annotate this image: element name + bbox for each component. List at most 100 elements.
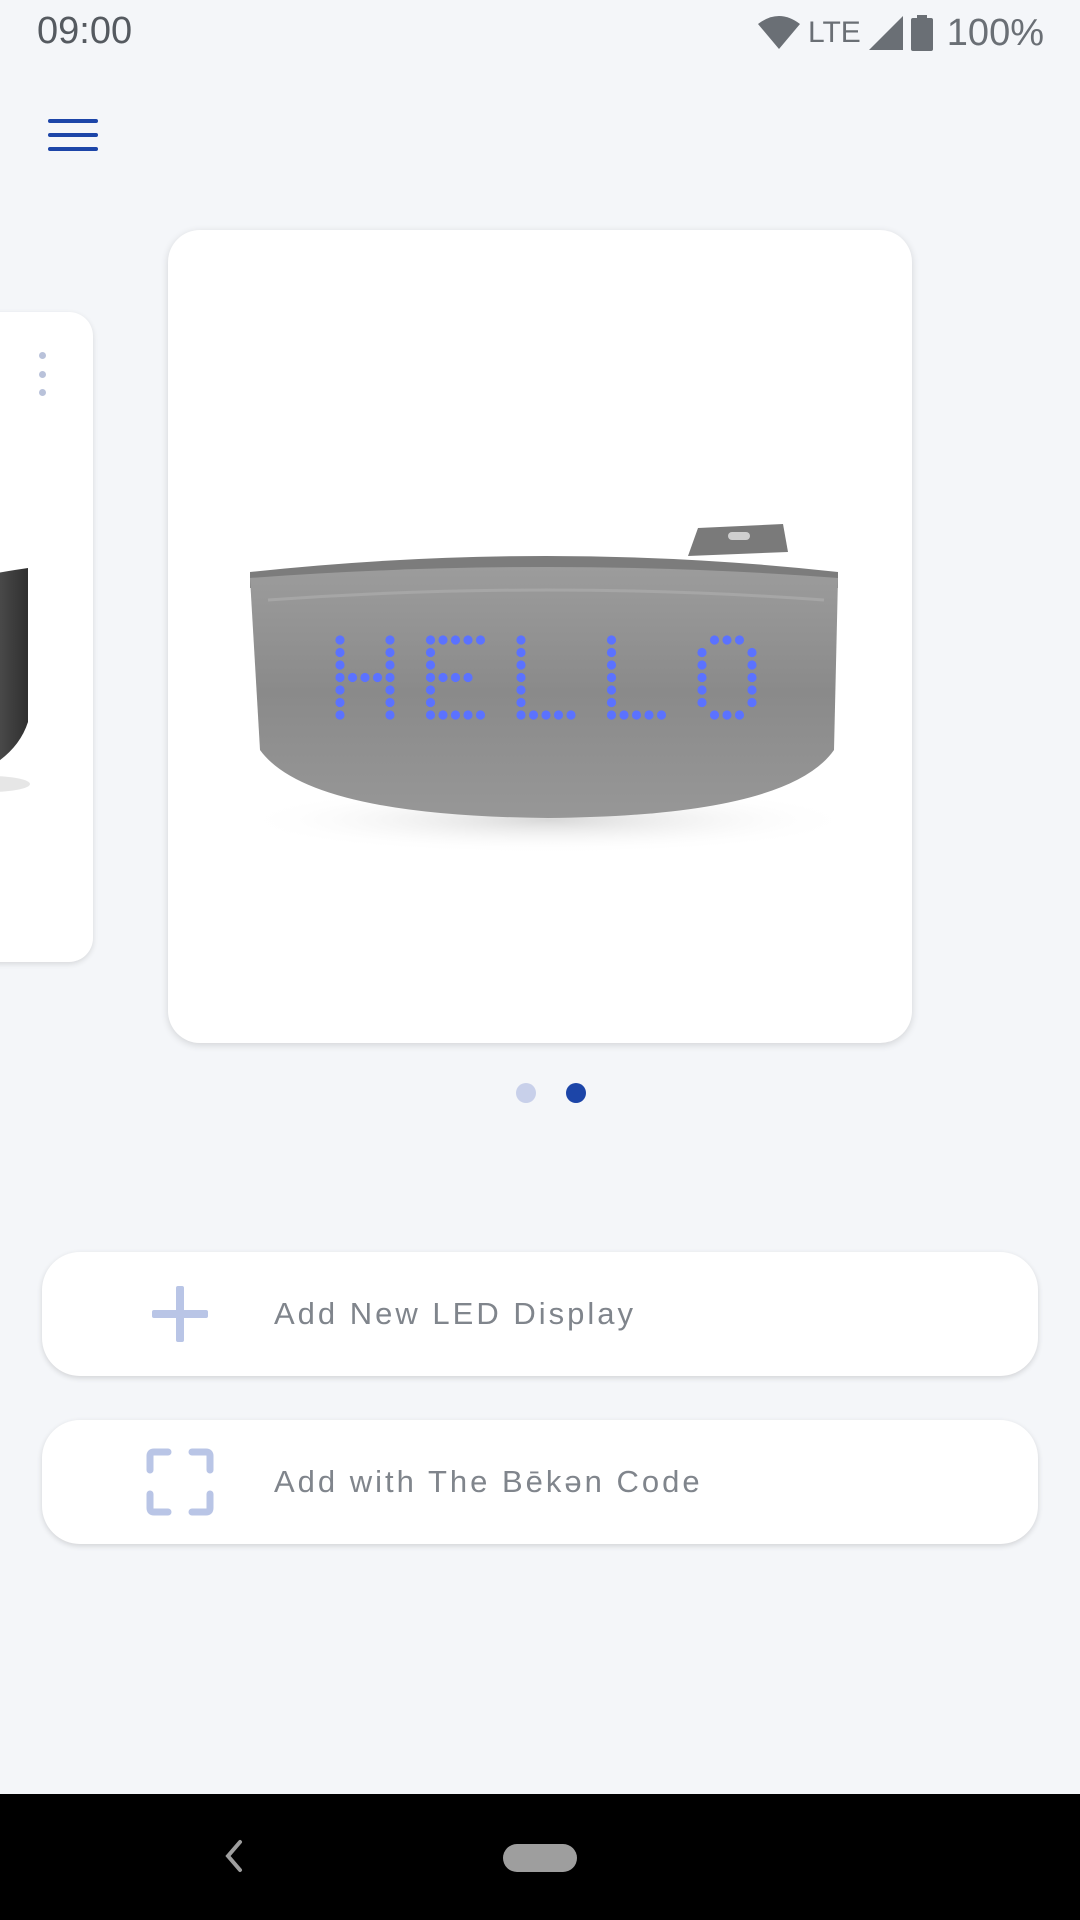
led-dot — [438, 710, 448, 720]
battery-icon — [910, 15, 933, 51]
led-dot — [335, 660, 345, 670]
status-time: 09:00 — [37, 10, 133, 52]
device-image-previous — [0, 568, 30, 792]
menu-icon — [48, 119, 98, 123]
led-dot — [747, 697, 757, 708]
more-options-icon[interactable] — [36, 352, 48, 396]
led-dot — [606, 697, 617, 708]
led-dot — [335, 685, 345, 695]
add-led-display-button[interactable]: Add New LED Display — [42, 1252, 1038, 1376]
led-dot — [438, 635, 448, 645]
led-dot — [385, 697, 395, 708]
led-dot — [722, 710, 732, 720]
led-dot — [606, 672, 617, 683]
led-dot — [385, 660, 395, 670]
led-dot — [697, 697, 707, 708]
led-dot — [425, 672, 436, 683]
led-dot — [360, 672, 370, 683]
led-dot — [372, 672, 383, 683]
home-button[interactable] — [503, 1844, 577, 1872]
led-dot — [747, 647, 757, 658]
led-dot — [553, 710, 564, 720]
led-dot — [438, 672, 448, 683]
led-dot — [425, 647, 436, 658]
led-dot — [385, 647, 395, 658]
menu-button[interactable] — [34, 104, 112, 166]
led-dot — [709, 710, 720, 720]
led-dot — [425, 635, 436, 645]
led-dot — [697, 660, 707, 670]
led-dot — [335, 710, 345, 720]
back-icon[interactable] — [218, 1834, 248, 1878]
led-dot — [425, 685, 436, 695]
led-dot — [463, 635, 473, 645]
led-dot — [335, 697, 345, 708]
led-dot — [385, 710, 395, 720]
led-dot — [528, 710, 539, 720]
battery-percentage: 100% — [946, 11, 1044, 54]
led-dot — [722, 635, 732, 645]
carousel-pager — [0, 1083, 1080, 1103]
led-dot — [516, 635, 526, 645]
led-dot — [425, 710, 436, 720]
device-card-previous[interactable] — [0, 312, 93, 962]
led-dot — [709, 635, 720, 645]
led-dot — [606, 635, 617, 645]
led-dot — [644, 710, 654, 720]
led-dot — [516, 710, 526, 720]
led-dot — [697, 685, 707, 695]
led-dot — [747, 660, 757, 670]
led-dot — [619, 710, 629, 720]
system-navigation-bar — [0, 1794, 1080, 1920]
screen: 09:00 LTE 100% Add New LED Display Add w… — [0, 0, 1080, 1920]
led-dot — [450, 635, 461, 645]
led-dot — [450, 710, 461, 720]
led-dot — [516, 647, 526, 658]
status-bar: 09:00 LTE 100% — [0, 0, 1080, 66]
add-with-code-label: Add with The Bēkən Code — [274, 1464, 703, 1499]
page-dot-2-active[interactable] — [566, 1083, 586, 1103]
led-dot — [697, 647, 707, 658]
device-card[interactable] — [168, 230, 912, 1043]
add-led-display-label: Add New LED Display — [274, 1296, 636, 1331]
led-dot — [450, 672, 461, 683]
scan-frame-icon — [146, 1448, 214, 1516]
led-dot — [425, 660, 436, 670]
led-dot — [335, 635, 345, 645]
led-dot — [463, 672, 473, 683]
led-dot — [425, 697, 436, 708]
led-dot — [463, 710, 473, 720]
led-dot — [656, 710, 667, 720]
led-dot — [516, 660, 526, 670]
led-dot — [734, 710, 745, 720]
led-dot — [385, 672, 395, 683]
status-icons: LTE 100% — [758, 12, 1044, 54]
led-bracelet-image — [238, 524, 858, 854]
led-dot — [516, 672, 526, 683]
led-dot — [631, 710, 642, 720]
led-dot — [747, 672, 757, 683]
led-dot — [335, 647, 345, 658]
led-dot — [475, 635, 486, 645]
cell-signal-icon — [868, 16, 903, 50]
led-dot — [335, 672, 345, 683]
led-dot — [606, 647, 617, 658]
led-dot — [606, 710, 617, 720]
plus-icon — [152, 1286, 208, 1342]
led-dot — [475, 710, 486, 720]
led-dot — [606, 660, 617, 670]
led-dot — [516, 685, 526, 695]
wifi-icon — [758, 16, 800, 49]
led-dot — [516, 697, 526, 708]
led-dot — [697, 672, 707, 683]
page-dot-1[interactable] — [516, 1083, 536, 1103]
led-dot — [385, 685, 395, 695]
led-dot — [606, 685, 617, 695]
add-with-code-button[interactable]: Add with The Bēkən Code — [42, 1420, 1038, 1544]
led-dot — [747, 685, 757, 695]
led-dot — [541, 710, 551, 720]
led-dot — [566, 710, 576, 720]
led-dot — [734, 635, 745, 645]
led-dot — [385, 635, 395, 645]
network-type-label: LTE — [808, 16, 861, 49]
